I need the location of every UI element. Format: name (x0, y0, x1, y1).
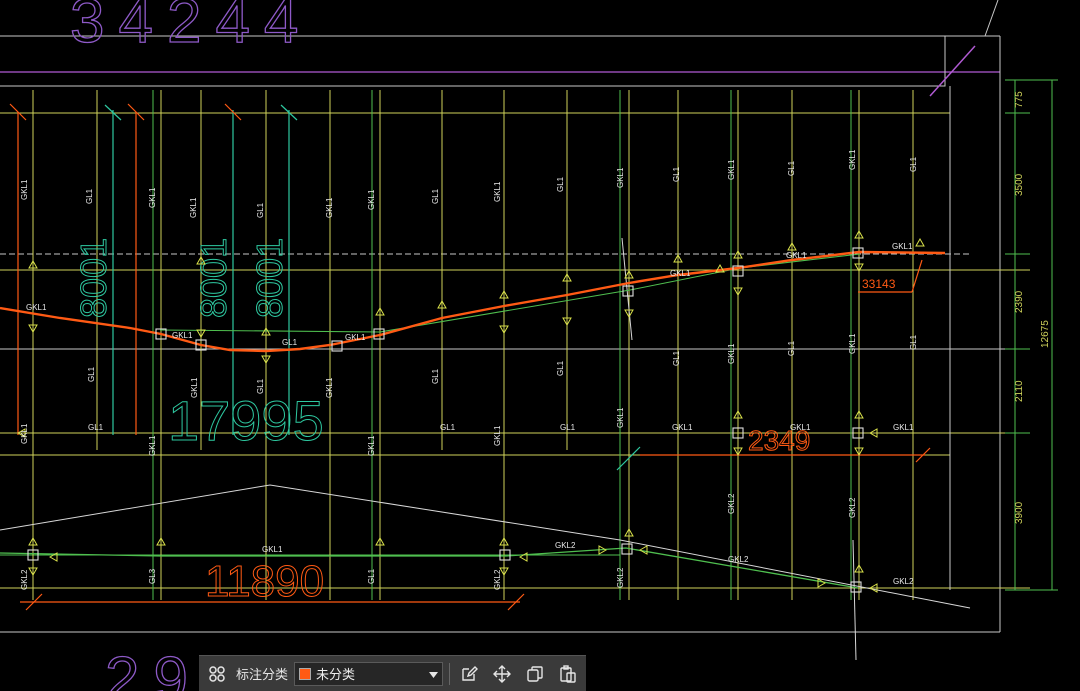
beam-label: GKL1 (616, 167, 625, 188)
dim-3900: 3900 (1014, 501, 1025, 524)
beam-label: GL1 (440, 423, 456, 432)
beam-label: GL1 (787, 160, 796, 176)
edit-icon[interactable] (456, 660, 483, 688)
white-slope-lines (0, 237, 971, 661)
beam-label: GKL2 (727, 493, 736, 514)
green-beam-lower (0, 547, 859, 589)
beam-label: GKL2 (728, 555, 749, 564)
category-value: 未分类 (316, 667, 356, 682)
magenta-tick (929, 45, 976, 97)
beam-label: GKL1 (493, 181, 502, 202)
category-color-swatch (299, 667, 312, 680)
beam-label: GKL1 (148, 435, 157, 456)
beam-label: GL1 (282, 338, 298, 347)
beam-label: GKL1 (26, 303, 47, 312)
beam-label: GL1 (909, 156, 918, 172)
beam-label: GKL2 (616, 567, 625, 588)
dim-8001-a: 8001 (73, 238, 114, 318)
beam-label: GL1 (560, 423, 576, 432)
beam-label: GL1 (431, 188, 440, 204)
right-dim-texts: 775 3500 2390 2110 3900 12675 (1014, 91, 1051, 524)
horizontal-grid (0, 112, 1030, 589)
dim-2390: 2390 (1014, 290, 1025, 313)
cad-drawing-canvas[interactable]: 34244 29520 (0, 0, 1080, 691)
beam-label: GKL2 (555, 541, 576, 550)
vertical-grid (32, 86, 951, 600)
beam-label: GKL1 (367, 189, 376, 210)
beam-label: GL1 (256, 378, 265, 394)
beam-label: GL1 (88, 423, 104, 432)
beam-label: GKL1 (493, 425, 502, 446)
beam-label: GKL1 (672, 423, 693, 432)
corner-line (984, 0, 999, 37)
dim-3500: 3500 (1014, 173, 1025, 196)
beam-label: GKL1 (727, 343, 736, 364)
dim-775: 775 (1014, 91, 1025, 108)
beam-label: GKL1 (148, 187, 157, 208)
beam-label: GKL1 (727, 159, 736, 180)
dim-total: 12675 (1040, 320, 1051, 348)
dim-8001-b: 8001 (193, 238, 234, 318)
grid-icon[interactable] (203, 660, 230, 688)
beam-label: GKL1 (848, 149, 857, 170)
beam-label: GKL1 (616, 407, 625, 428)
beam-label: GL1 (672, 166, 681, 182)
dim-33143: 33143 (862, 277, 896, 291)
toolbar-separator (448, 662, 450, 685)
beam-label: GL1 (256, 202, 265, 218)
beam-label: GKL1 (367, 435, 376, 456)
beam-label: GKL1 (190, 377, 199, 398)
beam-label: GKL1 (893, 423, 914, 432)
dim-2110: 2110 (1014, 380, 1025, 402)
beam-label: GKL1 (20, 179, 29, 200)
beam-label: GKL1 (262, 545, 283, 554)
grip-arrows (16, 229, 925, 593)
beam-label: GKL1 (20, 423, 29, 444)
beam-label: GKL1 (670, 269, 691, 278)
beam-label: GKL1 (325, 197, 334, 218)
beam-label: GL1 (85, 188, 94, 204)
beam-labels: GKL1 GL1 GKL1 GKL1 GL1 GKL1 GKL1 GL1 GKL… (20, 149, 918, 590)
selected-beam-path[interactable] (0, 250, 946, 353)
beam-label: GL1 (672, 350, 681, 366)
category-select[interactable]: 未分类 (294, 661, 443, 686)
top-big-number: 34244 (70, 0, 312, 56)
beam-label: GKL1 (172, 331, 193, 340)
copy-icon[interactable] (522, 660, 549, 688)
annotation-toolbar: 标注分类 未分类 (199, 655, 586, 691)
beam-label: GKL2 (493, 569, 502, 590)
orange-dim-texts: 11890 2349 (205, 425, 811, 607)
beam-label: GL1 (367, 568, 376, 584)
beam-label: GL1 (909, 334, 918, 350)
beam-label: GL1 (556, 360, 565, 376)
beam-label: GKL1 (189, 197, 198, 218)
beam-label: GL1 (556, 176, 565, 192)
beam-label: GKL2 (20, 569, 29, 590)
beam-label: GKL1 (892, 242, 913, 251)
beam-label: GKL2 (893, 577, 914, 586)
beam-label: GL3 (148, 568, 157, 584)
category-label: 标注分类 (236, 667, 289, 682)
beam-label: GL1 (87, 366, 96, 382)
beam-label: GKL1 (345, 333, 366, 342)
dim-11890: 11890 (205, 557, 324, 606)
beam-label: GKL1 (848, 333, 857, 354)
paste-icon[interactable] (555, 660, 582, 688)
beam-label: GKL1 (325, 377, 334, 398)
beam-label: GKL1 (786, 251, 807, 260)
dim-8001-c: 8001 (249, 238, 290, 318)
beam-label: GL1 (787, 340, 796, 356)
move-icon[interactable] (489, 660, 516, 688)
dropdown-arrow-icon (428, 666, 438, 681)
beam-label: GKL1 (790, 423, 811, 432)
beam-label: GL1 (431, 368, 440, 384)
beam-label: GKL2 (848, 497, 857, 518)
